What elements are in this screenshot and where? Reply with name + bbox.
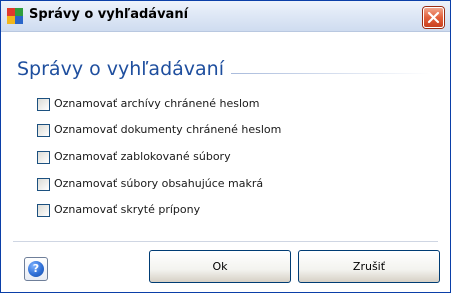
heading-underline [231,73,431,74]
page-heading: Správy o vyhľadávaní [17,58,224,80]
option-label: Oznamovať skryté prípony [54,203,201,216]
title-bar[interactable]: Správy o vyhľadávaní [1,1,450,32]
checkbox[interactable] [37,124,50,137]
checkbox[interactable] [37,98,50,111]
close-button[interactable] [423,7,444,28]
ok-button[interactable]: Ok [149,250,291,283]
option-label: Oznamovať dokumenty chránené heslom [54,123,282,136]
dialog-window: Správy o vyhľadávaní Správy o vyhľadávan… [0,0,451,293]
option-label: Oznamovať zablokované súbory [54,150,231,163]
footer-divider [13,241,438,242]
option-label: Oznamovať archívy chránené heslom [54,97,260,110]
checkbox[interactable] [37,151,50,164]
checkbox[interactable] [37,178,50,191]
close-icon [427,11,440,24]
window-title: Správy o vyhľadávaní [29,7,189,22]
checkbox[interactable] [37,204,50,217]
help-button[interactable]: ? [24,257,48,281]
cancel-button[interactable]: Zrušiť [298,250,440,283]
help-icon: ? [28,261,44,277]
avg-app-icon [7,8,23,24]
option-label: Oznamovať súbory obsahujúce makrá [54,177,264,190]
